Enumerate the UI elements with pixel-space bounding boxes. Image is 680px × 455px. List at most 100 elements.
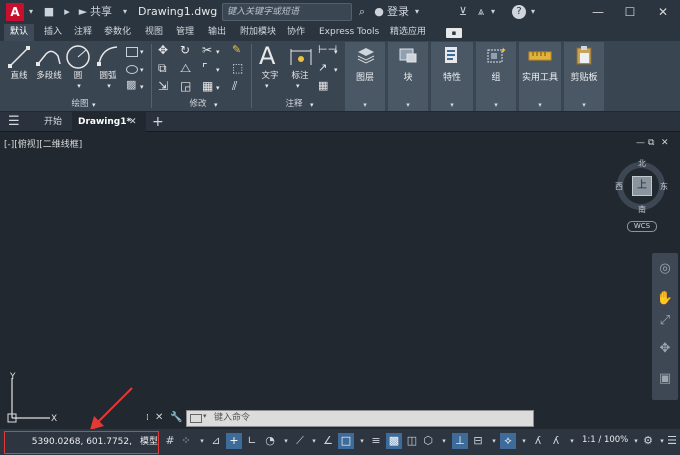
offset-icon[interactable]: ⫽ bbox=[232, 80, 237, 92]
selection-filter-icon[interactable]: ⊟ bbox=[470, 433, 486, 449]
array-chevron-icon[interactable]: ▾ bbox=[216, 83, 220, 93]
quick-access-chevron-icon[interactable]: ▾ bbox=[120, 4, 130, 20]
compass-north[interactable]: 北 bbox=[638, 158, 646, 169]
tab-express-tools[interactable]: Express Tools bbox=[319, 24, 379, 41]
menu-icon[interactable]: ☰ bbox=[8, 112, 28, 132]
gizmo-icon[interactable]: ⟡ bbox=[500, 433, 516, 449]
hatch-chevron-icon[interactable]: ▾ bbox=[140, 82, 144, 92]
annotation-scale[interactable]: 1:1 / 100% bbox=[582, 435, 628, 445]
rectangle-icon[interactable] bbox=[126, 47, 138, 57]
transparency-icon[interactable]: ▩ bbox=[386, 433, 402, 449]
3d-osnap-chevron-icon[interactable]: ▾ bbox=[436, 433, 452, 449]
grid-icon[interactable]: # bbox=[162, 433, 178, 449]
orbit-icon[interactable]: ✥ bbox=[656, 340, 674, 358]
command-history-chevron-icon[interactable]: ▾ bbox=[203, 412, 207, 420]
viewport-restore-icon[interactable]: ⧉ bbox=[648, 138, 654, 148]
zoom-extents-icon[interactable]: ⤢ bbox=[656, 312, 674, 330]
trim-icon[interactable]: ✂ bbox=[202, 44, 212, 56]
selection-cycling-icon[interactable]: ◫ bbox=[404, 433, 420, 449]
modify-panel-title[interactable]: 修改 bbox=[178, 99, 218, 110]
share-label[interactable]: 共享 bbox=[90, 4, 112, 20]
tab-featured-apps[interactable]: 精选应用 bbox=[390, 24, 426, 41]
minimize-icon[interactable]: — bbox=[585, 2, 611, 22]
line-label[interactable]: 直线 bbox=[4, 71, 34, 81]
lineweight-icon[interactable]: ≡ bbox=[368, 433, 384, 449]
user-icon[interactable]: ● bbox=[372, 4, 386, 20]
linear-dim-chevron-icon[interactable]: ▾ bbox=[334, 47, 338, 57]
circle-label[interactable]: 圆 bbox=[68, 71, 88, 81]
close-icon[interactable]: ✕ bbox=[650, 2, 676, 22]
hatch-icon[interactable]: ▩ bbox=[126, 79, 136, 90]
showmotion-icon[interactable]: ▣ bbox=[656, 370, 674, 388]
erase-icon[interactable]: ✎ bbox=[232, 44, 241, 55]
compass-west[interactable]: 西 bbox=[615, 181, 623, 192]
modify-panel-chevron-icon[interactable]: ▾ bbox=[214, 100, 218, 110]
tab-default[interactable]: 默认 bbox=[4, 24, 34, 41]
polyline-label[interactable]: 多段线 bbox=[33, 71, 65, 81]
compass-south[interactable]: 南 bbox=[638, 204, 646, 215]
open-icon[interactable]: ▸ bbox=[60, 4, 74, 20]
maximize-icon[interactable]: ☐ bbox=[617, 2, 643, 22]
polar-icon[interactable]: ◔ bbox=[262, 433, 278, 449]
scale-icon[interactable]: ◲ bbox=[180, 80, 191, 92]
mirror-icon[interactable]: ⧍ bbox=[180, 62, 191, 74]
3d-osnap-icon[interactable]: ⬡ bbox=[420, 433, 436, 449]
pan-icon[interactable]: ✋ bbox=[656, 290, 674, 308]
save-icon[interactable]: ■ bbox=[42, 4, 56, 20]
text-icon[interactable]: A bbox=[259, 42, 275, 70]
tab-collaborate[interactable]: 协作 bbox=[287, 24, 305, 41]
snap-icon[interactable]: ⁘ bbox=[178, 433, 194, 449]
annotation-panel-title[interactable]: 注释 bbox=[274, 99, 314, 110]
arc-label[interactable]: 圆弧 bbox=[94, 71, 122, 81]
annotation-panel-chevron-icon[interactable]: ▾ bbox=[310, 100, 314, 110]
tab-output[interactable]: 输出 bbox=[208, 24, 226, 41]
group-panel[interactable]: ✦ 组 ▾ bbox=[476, 42, 516, 111]
clipboard-panel[interactable]: 剪贴板 ▾ bbox=[564, 42, 604, 111]
steering-wheel-icon[interactable]: ◎ bbox=[656, 260, 674, 278]
circle-tool[interactable] bbox=[65, 44, 91, 74]
arc-tool[interactable] bbox=[96, 44, 120, 72]
help-chevron-icon[interactable]: ▾ bbox=[528, 4, 538, 20]
compass-east[interactable]: 东 bbox=[660, 181, 668, 192]
new-tab-icon[interactable]: + bbox=[152, 112, 164, 132]
search-icon[interactable]: ⌕ bbox=[355, 4, 369, 20]
tab-addins[interactable]: 附加模块 bbox=[240, 24, 276, 41]
layers-panel[interactable]: 图层 ▾ bbox=[345, 42, 385, 111]
connect-chevron-icon[interactable]: ▾ bbox=[488, 4, 498, 20]
dynamic-input-icon[interactable]: + bbox=[226, 433, 242, 449]
array-icon[interactable]: ▦ bbox=[202, 80, 213, 92]
annotation-visibility-icon[interactable]: ʎ bbox=[530, 433, 546, 449]
dynamic-ucs-icon[interactable]: ⊥ bbox=[452, 433, 468, 449]
viewport-minimize-icon[interactable]: — bbox=[636, 138, 645, 148]
polyline-tool[interactable] bbox=[36, 46, 62, 72]
app-logo[interactable]: A bbox=[6, 3, 24, 21]
fillet-icon[interactable]: ⌜ bbox=[202, 62, 208, 74]
leader-chevron-icon[interactable]: ▾ bbox=[334, 65, 338, 75]
tab-close-icon[interactable]: ✕ bbox=[129, 112, 141, 132]
dimension-tool[interactable] bbox=[289, 45, 313, 71]
viewport-controls[interactable]: [-][俯视][二维线框] bbox=[4, 137, 82, 150]
line-tool[interactable] bbox=[8, 46, 30, 72]
copy-icon[interactable]: ⧉ bbox=[158, 62, 167, 74]
help-icon[interactable]: ? bbox=[512, 5, 526, 19]
login-link[interactable]: 登录 bbox=[386, 4, 410, 20]
utilities-panel[interactable]: 实用工具 ▾ bbox=[519, 42, 561, 111]
text-chevron-icon[interactable]: ▾ bbox=[265, 81, 269, 91]
object-snap-tracking-icon[interactable]: ∠ bbox=[320, 433, 336, 449]
app-menu-chevron-icon[interactable]: ▾ bbox=[26, 4, 36, 20]
annotation-scale-chevron-icon[interactable]: ▾ bbox=[564, 433, 580, 449]
table-icon[interactable]: ▦ bbox=[318, 80, 328, 91]
cart-icon[interactable]: ⊻ bbox=[456, 4, 470, 20]
command-customize-icon[interactable]: 🔧 bbox=[170, 412, 182, 423]
wcs-menu[interactable]: WCS bbox=[627, 221, 657, 232]
infer-constraints-icon[interactable]: ⊿ bbox=[208, 433, 224, 449]
connect-icon[interactable]: ⩓ bbox=[474, 4, 488, 20]
customization-menu-icon[interactable]: ☰ bbox=[664, 433, 680, 449]
command-close-icon[interactable]: ✕ bbox=[155, 412, 163, 423]
dimension-label[interactable]: 标注 bbox=[288, 71, 312, 81]
arc-chevron-icon[interactable]: ▾ bbox=[104, 81, 114, 91]
auto-scale-icon[interactable]: ʎ bbox=[548, 433, 564, 449]
ellipse-icon[interactable] bbox=[126, 65, 138, 74]
leader-icon[interactable]: ↗ bbox=[318, 62, 327, 73]
command-history-icon[interactable] bbox=[190, 414, 202, 423]
